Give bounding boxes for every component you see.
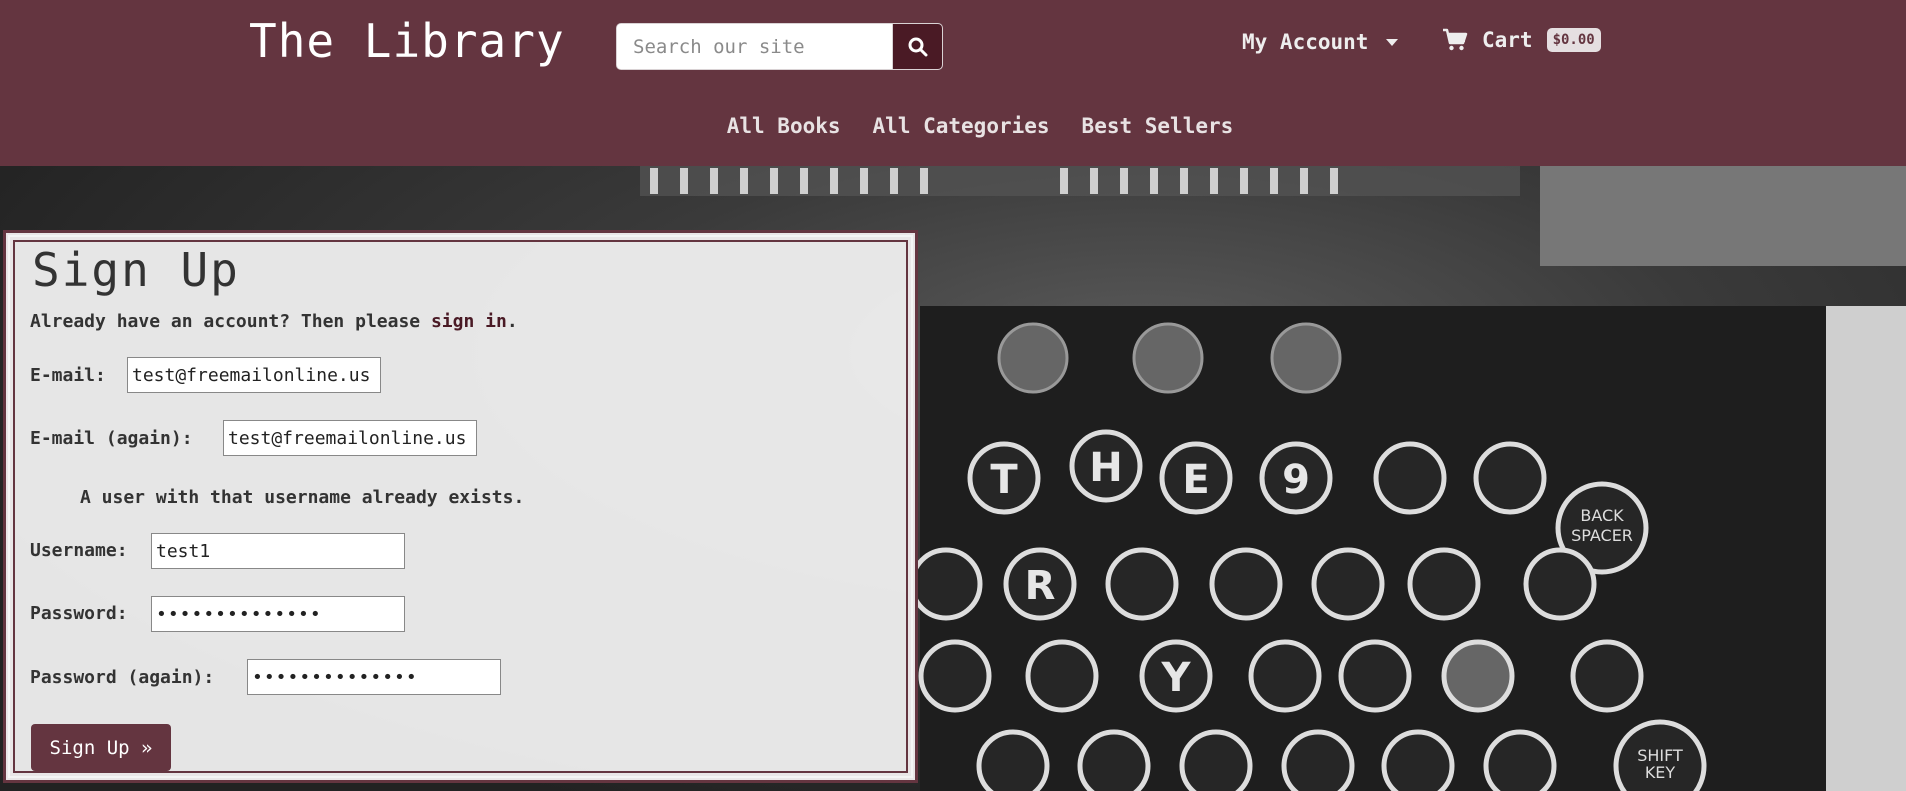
- svg-text:E: E: [1182, 457, 1209, 503]
- nav-all-categories[interactable]: All Categories: [873, 114, 1050, 138]
- search-bar: [616, 23, 943, 70]
- search-icon: [908, 37, 927, 56]
- username-error-message: A user with that username already exists…: [80, 487, 525, 508]
- svg-text:T: T: [990, 457, 1018, 503]
- password-again-field[interactable]: [247, 659, 501, 695]
- password-field[interactable]: [151, 596, 405, 632]
- svg-text:R: R: [1025, 563, 1056, 609]
- svg-text:KEY: KEY: [1645, 763, 1676, 782]
- email-field[interactable]: [127, 357, 381, 393]
- email-again-label: E-mail (again):: [30, 428, 193, 449]
- sign-up-button[interactable]: Sign Up »: [31, 724, 171, 771]
- main-nav: All Books All Categories Best Sellers: [0, 114, 1906, 138]
- search-input[interactable]: [617, 24, 892, 69]
- chevron-down-icon: [1386, 38, 1399, 46]
- my-account-dropdown[interactable]: My Account: [1242, 30, 1399, 54]
- sign-in-link[interactable]: sign in: [431, 311, 507, 332]
- signin-prompt: Already have an account? Then please sig…: [30, 311, 518, 332]
- cart-total-badge: $0.00: [1546, 28, 1601, 52]
- password-label: Password:: [30, 603, 128, 624]
- password-again-label: Password (again):: [30, 667, 215, 688]
- svg-text:Y: Y: [1161, 655, 1192, 701]
- svg-text:BACK: BACK: [1580, 506, 1624, 525]
- svg-text:9: 9: [1282, 457, 1310, 503]
- cart-label: Cart: [1482, 28, 1533, 52]
- signin-prompt-period: .: [506, 311, 518, 332]
- page-title: Sign Up: [32, 243, 240, 297]
- search-button[interactable]: [892, 24, 942, 69]
- cart-icon: [1443, 28, 1468, 51]
- nav-best-sellers[interactable]: Best Sellers: [1082, 114, 1234, 138]
- username-label: Username:: [30, 540, 128, 561]
- username-field[interactable]: [151, 533, 405, 569]
- svg-text:SPACER: SPACER: [1571, 526, 1633, 545]
- sign-up-form: Sign Up Already have an account? Then pl…: [3, 230, 918, 783]
- site-header: The Library My Account Cart $0.00 All Bo…: [0, 0, 1906, 166]
- svg-text:H: H: [1089, 445, 1122, 491]
- email-again-field[interactable]: [223, 420, 477, 456]
- my-account-label: My Account: [1242, 30, 1369, 54]
- nav-all-books[interactable]: All Books: [727, 114, 841, 138]
- site-logo[interactable]: The Library: [249, 14, 565, 68]
- email-label: E-mail:: [30, 365, 106, 386]
- cart-link[interactable]: Cart $0.00: [1442, 28, 1601, 52]
- signin-prompt-text: Already have an account? Then please: [30, 311, 431, 332]
